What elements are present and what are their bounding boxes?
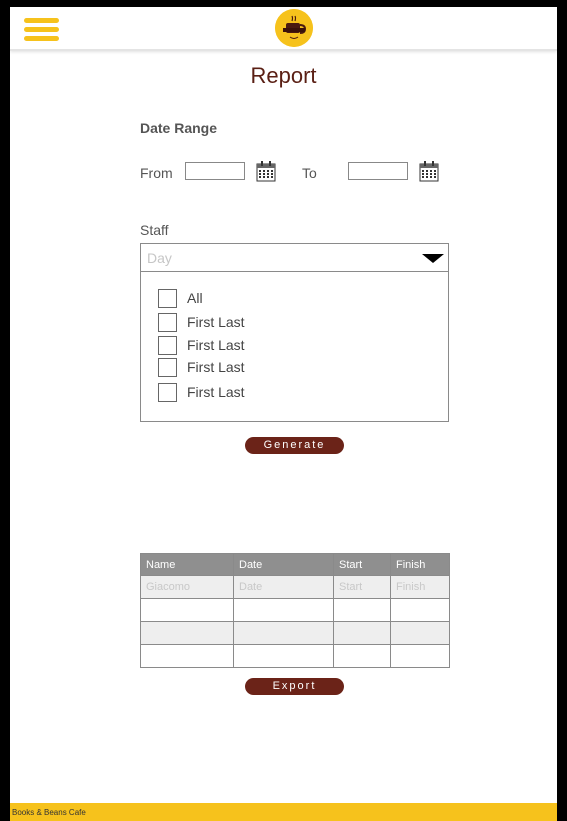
table-cell <box>390 621 450 645</box>
staff-select-value: Day <box>147 250 172 266</box>
report-table: Name Date Start Finish Giacomo Date Star… <box>140 553 450 668</box>
footer-text: Books & Beans Cafe <box>12 808 86 817</box>
table-cell <box>140 621 234 645</box>
footer-bar: Books & Beans Cafe <box>10 803 557 821</box>
staff-option-label: First Last <box>187 384 245 400</box>
staff-option-label: First Last <box>187 314 245 330</box>
column-header: Date <box>233 553 334 576</box>
table-cell <box>333 598 391 622</box>
checkbox[interactable] <box>158 383 177 402</box>
staff-list: All First Last First Last First Last Fir… <box>140 272 449 422</box>
table-cell: Date <box>233 575 334 599</box>
table-cell <box>233 644 334 668</box>
table-row <box>140 621 450 645</box>
column-header: Finish <box>390 553 450 576</box>
checkbox[interactable] <box>158 289 177 308</box>
table-cell <box>333 644 391 668</box>
table-row: Giacomo Date Start Finish <box>140 575 450 599</box>
checkbox[interactable] <box>158 313 177 332</box>
from-date-input[interactable] <box>185 162 245 180</box>
from-label: From <box>140 165 173 181</box>
table-cell <box>333 621 391 645</box>
staff-select[interactable]: Day <box>140 243 449 272</box>
table-row <box>140 598 450 622</box>
table-row <box>140 644 450 668</box>
table-cell <box>233 598 334 622</box>
generate-button[interactable]: Generate <box>245 437 344 454</box>
staff-option-label: First Last <box>187 337 245 353</box>
export-button[interactable]: Export <box>245 678 344 695</box>
table-cell: Start <box>333 575 391 599</box>
to-date-input[interactable] <box>348 162 408 180</box>
table-header-row: Name Date Start Finish <box>140 553 450 576</box>
table-cell <box>140 598 234 622</box>
hamburger-icon[interactable] <box>24 18 59 42</box>
table-cell: Finish <box>390 575 450 599</box>
cafe-logo-icon <box>275 9 313 47</box>
staff-label: Staff <box>140 222 169 238</box>
dropdown-arrow-icon[interactable] <box>422 254 444 263</box>
table-cell: Giacomo <box>140 575 234 599</box>
checkbox[interactable] <box>158 336 177 355</box>
calendar-icon[interactable] <box>256 160 276 182</box>
table-cell <box>390 598 450 622</box>
column-header: Name <box>140 553 234 576</box>
table-cell <box>390 644 450 668</box>
staff-option-label: All <box>187 290 203 306</box>
table-cell <box>140 644 234 668</box>
date-range-heading: Date Range <box>140 120 218 136</box>
staff-option-label: First Last <box>187 359 245 375</box>
page-title: Report <box>250 63 317 88</box>
column-header: Start <box>333 553 391 576</box>
table-cell <box>233 621 334 645</box>
top-bar <box>10 7 557 51</box>
checkbox[interactable] <box>158 358 177 377</box>
calendar-icon[interactable] <box>419 160 439 182</box>
to-label: To <box>302 165 317 181</box>
